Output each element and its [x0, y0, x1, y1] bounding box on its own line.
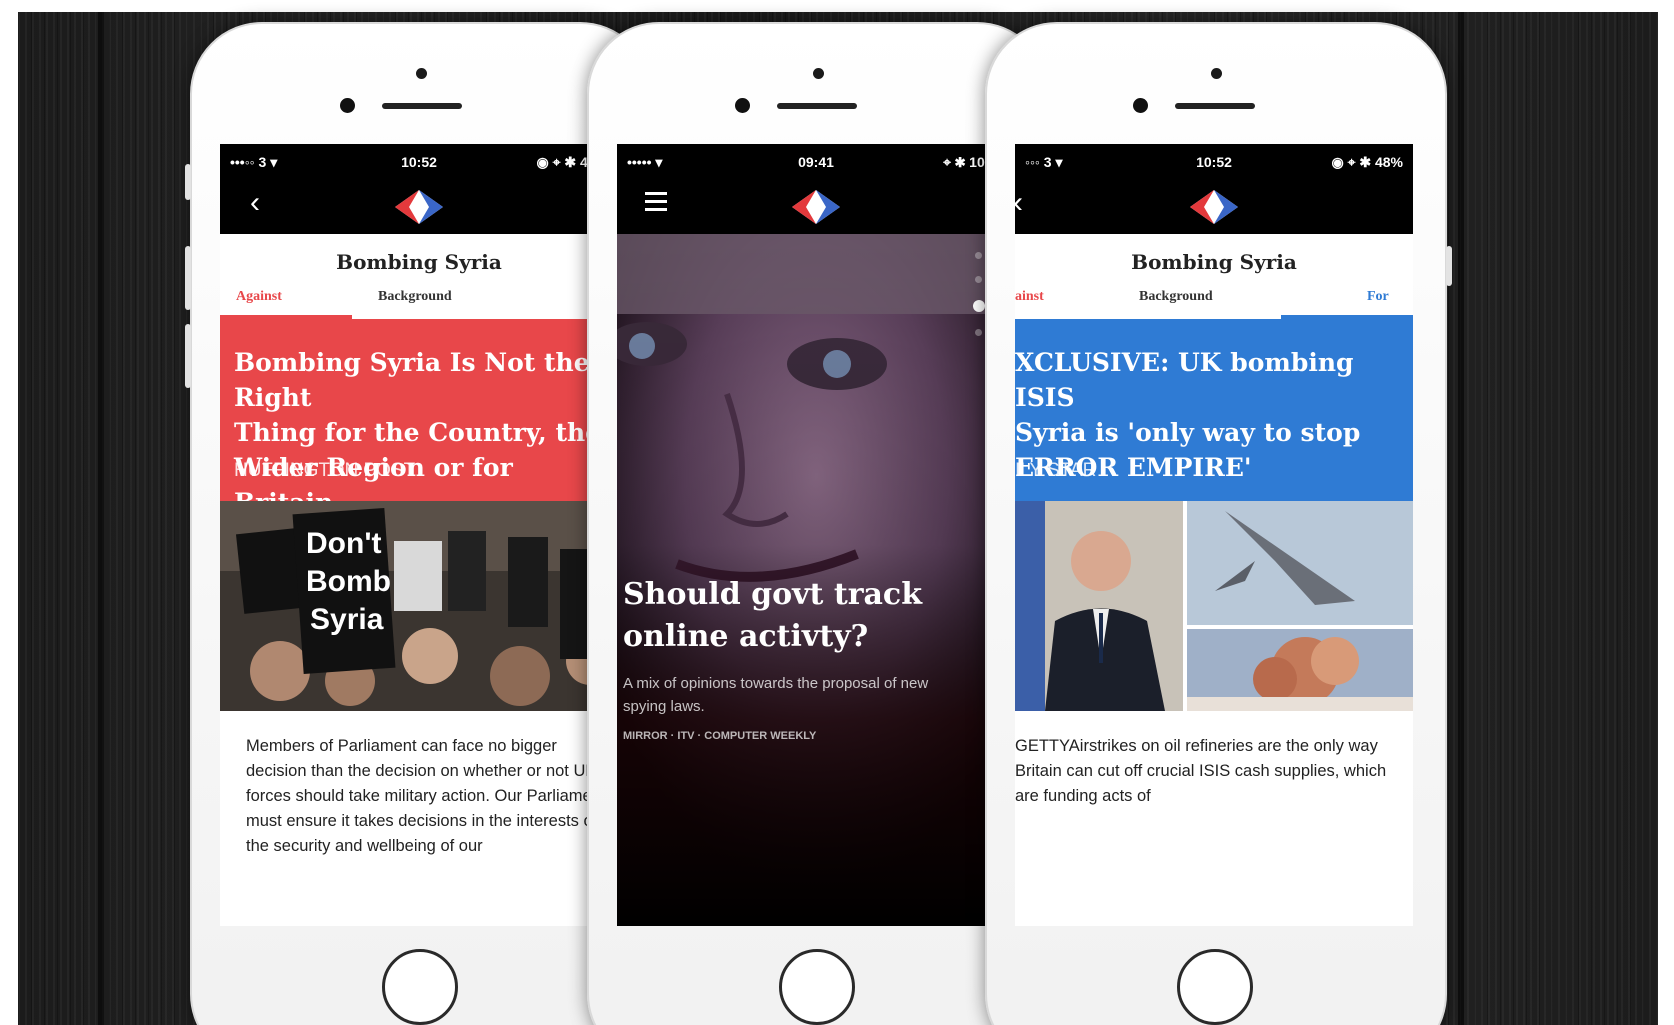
- featured-story[interactable]: Should govt track online activty? A mix …: [617, 234, 1015, 926]
- perspective-tabs: ainst Background For: [1015, 289, 1413, 315]
- topic-header: Bombing Syria Against Background F: [220, 234, 618, 319]
- tab-against[interactable]: Against: [236, 289, 282, 305]
- volume-down-button: [185, 324, 191, 388]
- hamburger-menu-icon[interactable]: [645, 192, 667, 216]
- phone-right: ◦◦◦ 3 ▾ 10:52 ◉ ⌖ ✱ 48% ‹ Bombing Syria …: [985, 22, 1452, 1025]
- status-bar: ◦◦◦ 3 ▾ 10:52 ◉ ⌖ ✱ 48%: [1015, 144, 1413, 178]
- topic-title: Bombing Syria: [1131, 250, 1297, 274]
- earpiece-speaker: [777, 103, 857, 109]
- nav-bar: ‹: [1015, 178, 1413, 234]
- article-body: GETTYAirstrikes on oil refineries are th…: [1015, 711, 1413, 926]
- screen: ◦◦◦ 3 ▾ 10:52 ◉ ⌖ ✱ 48% ‹ Bombing Syria …: [1015, 144, 1413, 926]
- page-dot-active[interactable]: [973, 300, 985, 312]
- earpiece-speaker: [1175, 103, 1255, 109]
- screen: ••••• ▾ 09:41 ⌖ ✱ 100% Should govt track…: [617, 144, 1015, 926]
- perspective-tabs: Against Background F: [220, 289, 618, 315]
- phone-left: •••◦◦ 3 ▾ 10:52 ◉ ⌖ ✱ 48% ‹ Bombing Syri…: [185, 22, 652, 1025]
- article-headline-card[interactable]: XCLUSIVE: UK bombing ISIS Syria is 'only…: [1015, 319, 1413, 501]
- status-bar: ••••• ▾ 09:41 ⌖ ✱ 100%: [617, 144, 1015, 178]
- proximity-sensor: [416, 68, 427, 79]
- front-camera: [735, 98, 750, 113]
- nav-bar: ‹: [220, 178, 618, 234]
- protest-photo-image: Don't Bomb Syria: [220, 501, 618, 711]
- front-camera: [1133, 98, 1148, 113]
- back-chevron-icon[interactable]: ‹: [250, 188, 260, 218]
- phone-center: ••••• ▾ 09:41 ⌖ ✱ 100% Should govt track…: [587, 22, 1049, 1025]
- topic-header: Bombing Syria ainst Background For: [1015, 234, 1413, 319]
- status-bar: •••◦◦ 3 ▾ 10:52 ◉ ⌖ ✱ 48%: [220, 144, 618, 178]
- article-body-text: Members of Parliament can face no bigger…: [246, 737, 606, 855]
- page-dot[interactable]: [975, 329, 982, 336]
- app-logo-icon: [1190, 190, 1238, 224]
- home-button[interactable]: [1177, 949, 1253, 1025]
- protest-photo: Don't Bomb Syria: [220, 501, 618, 711]
- sign-text-dont: Don't: [306, 527, 381, 560]
- page-indicator: [973, 252, 985, 353]
- page-dot[interactable]: [975, 252, 982, 259]
- featured-title: Should govt track online activty?: [623, 577, 922, 654]
- scene: •••◦◦ 3 ▾ 10:52 ◉ ⌖ ✱ 48% ‹ Bombing Syri…: [0, 0, 1674, 1025]
- sign-text-syria: Syria: [310, 603, 384, 636]
- wood-plank-seam: [1458, 12, 1464, 1025]
- tab-for[interactable]: For: [1367, 289, 1389, 305]
- article-headline-card[interactable]: Bombing Syria Is Not the Right Thing for…: [220, 319, 618, 517]
- app-logo-icon: [395, 190, 443, 224]
- proximity-sensor: [1211, 68, 1222, 79]
- article-body-text: GETTYAirstrikes on oil refineries are th…: [1015, 737, 1387, 805]
- mute-switch: [185, 164, 191, 200]
- power-button: [1446, 246, 1452, 286]
- volume-up-button: [185, 246, 191, 310]
- front-camera: [340, 98, 355, 113]
- collage-photo: [1015, 501, 1413, 711]
- sign-text-bomb: Bomb: [306, 565, 391, 598]
- page-dot[interactable]: [975, 276, 982, 283]
- screen: •••◦◦ 3 ▾ 10:52 ◉ ⌖ ✱ 48% ‹ Bombing Syri…: [220, 144, 618, 926]
- tab-against[interactable]: ainst: [1015, 289, 1044, 305]
- app-logo-icon: [792, 190, 840, 224]
- article-source: HUFFINGTON POST: [234, 460, 416, 481]
- proximity-sensor: [813, 68, 824, 79]
- featured-subtitle: A mix of opinions towards the proposal o…: [623, 675, 929, 715]
- tab-background[interactable]: Background: [378, 289, 452, 305]
- featured-sources: MIRROR · ITV · COMPUTER WEEKLY: [623, 730, 817, 742]
- collage-photo-image: [1015, 501, 1413, 711]
- tab-background[interactable]: Background: [1139, 289, 1213, 305]
- nav-bar: [617, 178, 1015, 234]
- earpiece-speaker: [382, 103, 462, 109]
- topic-title: Bombing Syria: [336, 250, 502, 274]
- home-button[interactable]: [779, 949, 855, 1025]
- article-source: ILY STAR: [1015, 460, 1097, 481]
- home-button[interactable]: [382, 949, 458, 1025]
- wood-plank-seam: [98, 12, 104, 1025]
- back-chevron-icon[interactable]: ‹: [1015, 188, 1023, 218]
- battery-indicator: ◉ ⌖ ✱ 48%: [1331, 154, 1403, 170]
- article-headline: Bombing Syria Is Not the Right Thing for…: [234, 348, 602, 517]
- article-body: Members of Parliament can face no bigger…: [220, 711, 618, 926]
